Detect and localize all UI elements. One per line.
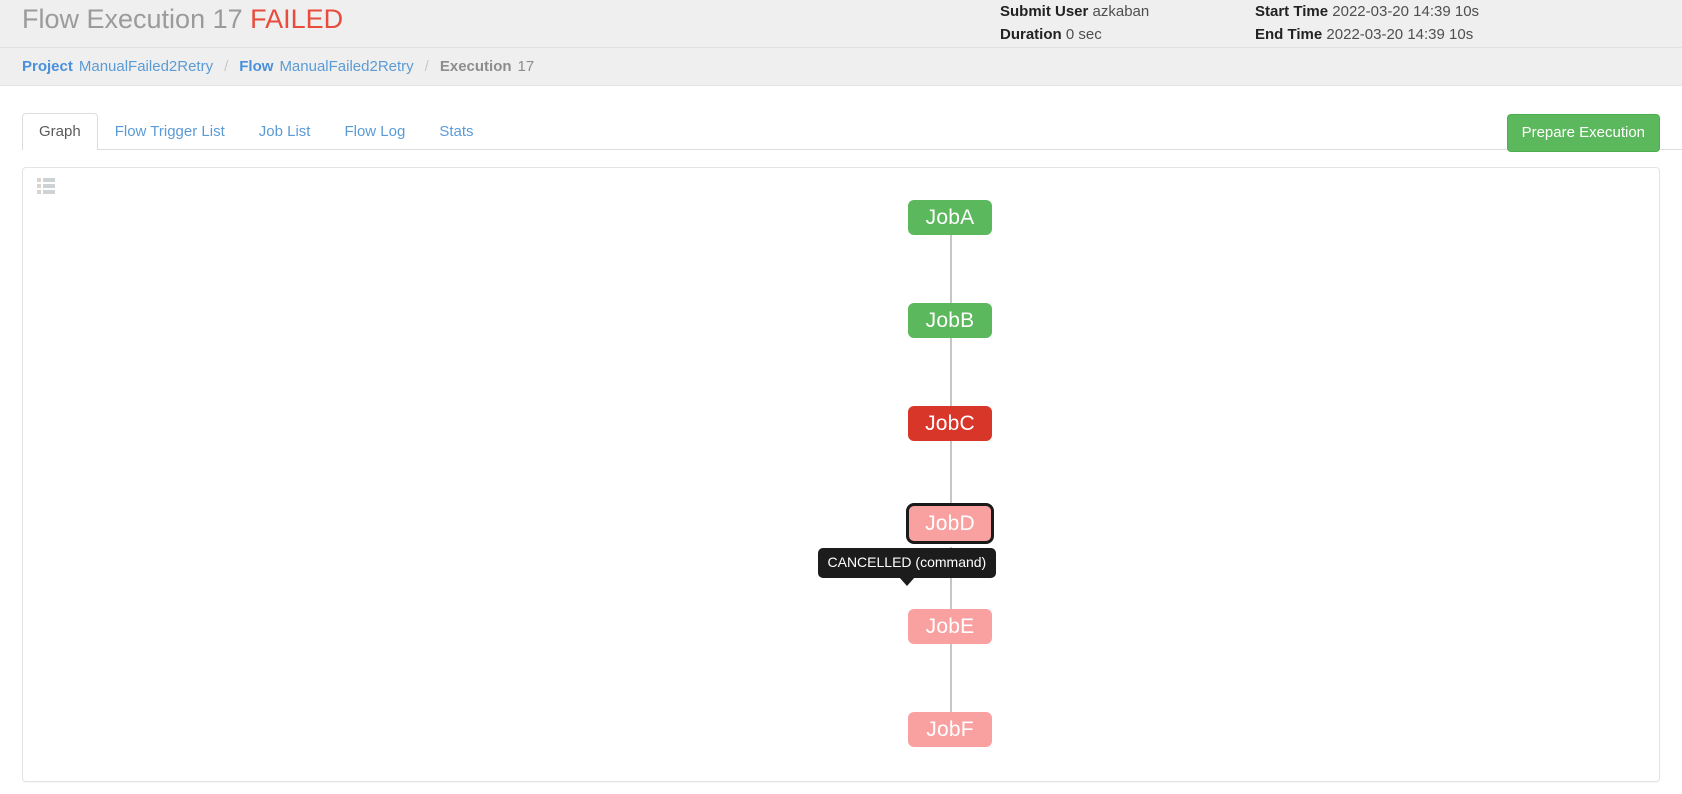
submit-user-value: azkaban [1092, 3, 1150, 20]
breadcrumb-execution-label: Execution [439, 58, 512, 75]
graph-node-joba-label: JobA [925, 206, 975, 229]
graph-canvas[interactable]: JobA JobB JobC JobD CANCELLED (command) … [23, 168, 1659, 781]
tab-job-list[interactable]: Job List [242, 113, 328, 150]
edge-jobe-jobf [950, 644, 952, 712]
page-header: Flow Execution 17 FAILED Submit User azk… [0, 0, 1682, 48]
graph-node-jobd[interactable]: JobD [906, 503, 994, 544]
tab-list: Graph Flow Trigger List Job List Flow Lo… [22, 106, 1682, 150]
tab-flow-trigger-list[interactable]: Flow Trigger List [98, 113, 242, 150]
tab-stats[interactable]: Stats [422, 113, 490, 150]
graph-node-jobd-label: JobD [925, 512, 975, 535]
end-time-value: 2022-03-20 14:39 10s [1326, 26, 1474, 43]
breadcrumb-bar: Project ManualFailed2Retry / Flow Manual… [0, 48, 1682, 86]
end-time-label: End Time [1255, 26, 1323, 43]
breadcrumb-project-label: Project [22, 58, 73, 75]
page-title: Flow Execution 17 FAILED [22, 4, 343, 35]
duration-row: Duration 0 sec [1000, 23, 1255, 46]
graph-node-jobc[interactable]: JobC [908, 406, 992, 441]
graph-node-jobf[interactable]: JobF [908, 712, 992, 747]
execution-meta-column-left: Submit User azkaban Duration 0 sec [1000, 0, 1255, 46]
graph-node-jobb[interactable]: JobB [908, 303, 992, 338]
graph-node-jobf-label: JobF [926, 718, 974, 741]
execution-meta-column-right: Start Time 2022-03-20 14:39 10s End Time… [1255, 0, 1675, 46]
breadcrumb-flow-label: Flow [239, 58, 274, 75]
breadcrumb-flow-value: ManualFailed2Retry [279, 58, 414, 75]
breadcrumb-item-execution: Execution 17 [440, 58, 534, 75]
graph-node-jobe-label: JobE [925, 615, 975, 638]
start-time-row: Start Time 2022-03-20 14:39 10s [1255, 0, 1675, 23]
page-title-text: Flow Execution 17 [22, 4, 243, 34]
breadcrumb-item-project[interactable]: Project ManualFailed2Retry [22, 58, 213, 75]
breadcrumb-separator-1: / [224, 58, 229, 75]
node-tooltip-text: CANCELLED (command) [827, 554, 987, 570]
breadcrumb: Project ManualFailed2Retry / Flow Manual… [22, 58, 534, 75]
breadcrumb-separator-2: / [424, 58, 429, 75]
flow-status-badge: FAILED [250, 4, 344, 34]
tab-flow-log[interactable]: Flow Log [327, 113, 422, 150]
edge-joba-jobb [950, 235, 952, 303]
end-time-row: End Time 2022-03-20 14:39 10s [1255, 23, 1675, 46]
duration-value: 0 sec [1065, 26, 1102, 43]
submit-user-row: Submit User azkaban [1000, 0, 1255, 23]
graph-node-jobc-label: JobC [925, 412, 975, 435]
graph-node-jobe[interactable]: JobE [908, 609, 992, 644]
tab-graph[interactable]: Graph [22, 113, 98, 150]
tab-bar: Graph Flow Trigger List Job List Flow Lo… [0, 106, 1682, 152]
execution-meta: Submit User azkaban Duration 0 sec Start… [1000, 0, 1675, 46]
breadcrumb-item-flow[interactable]: Flow ManualFailed2Retry [239, 58, 413, 75]
breadcrumb-execution-value: 17 [517, 58, 535, 75]
graph-node-joba[interactable]: JobA [908, 200, 992, 235]
edge-jobb-jobc [950, 338, 952, 406]
start-time-value: 2022-03-20 14:39 10s [1332, 3, 1480, 20]
graph-node-jobb-label: JobB [925, 309, 975, 332]
start-time-label: Start Time [1255, 3, 1329, 20]
edge-jobc-jobd [950, 441, 952, 506]
breadcrumb-project-value: ManualFailed2Retry [78, 58, 214, 75]
prepare-execution-button[interactable]: Prepare Execution [1506, 114, 1660, 152]
flow-graph-panel: JobA JobB JobC JobD CANCELLED (command) … [22, 167, 1660, 782]
duration-label: Duration [1000, 26, 1062, 43]
node-tooltip-jobd: CANCELLED (command) [817, 548, 997, 586]
submit-user-label: Submit User [1000, 3, 1089, 20]
